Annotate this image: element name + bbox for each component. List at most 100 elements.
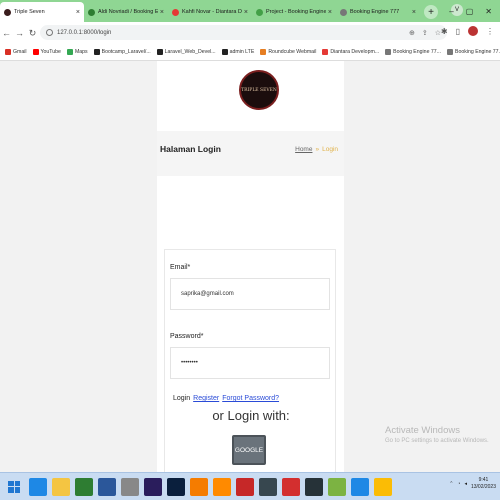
app-green-icon[interactable] xyxy=(328,477,346,496)
bookmark-favicon-icon xyxy=(322,49,329,55)
tab-label: Project - Booking Engine 777 xyxy=(266,9,326,15)
email-label: Email* xyxy=(170,264,191,271)
page-content: TRIPLE SEVEN Halaman Login Home » Login … xyxy=(0,61,500,472)
bookmark-label: YouTube xyxy=(40,49,61,55)
clock-time: 9:41 xyxy=(478,477,489,483)
breadcrumb: Home » Login xyxy=(295,146,338,153)
breadcrumb-separator: » xyxy=(315,146,320,153)
xampp-icon[interactable] xyxy=(190,477,208,496)
browser-toolbar: ← → ↻ 127.0.0.1:8000/login ⊕ ⇪ ☆ ✱ ▯ ⋮ xyxy=(0,22,500,44)
acrobat-icon[interactable] xyxy=(282,477,300,496)
system-tray: ⌃ ◔ ◂ 9:41 13/02/2023 xyxy=(449,477,496,491)
chrome-icon[interactable] xyxy=(374,477,392,496)
tab-favicon-icon xyxy=(172,8,179,16)
zoom-icon[interactable]: ⊕ xyxy=(409,29,415,37)
tab-close-icon[interactable]: × xyxy=(76,9,80,16)
bookmark-favicon-icon xyxy=(32,49,39,55)
bookmark-label: Bootcamp_Laravel/... xyxy=(101,49,151,55)
browser-tab[interactable]: Project - Booking Engine 777× xyxy=(252,2,336,22)
bookmark-label: admin LTE xyxy=(229,49,255,55)
forward-icon[interactable]: → xyxy=(13,28,26,38)
bookmark-item[interactable]: Maps xyxy=(66,49,88,55)
bookmark-item[interactable]: Booking Engine 77... xyxy=(385,49,441,55)
tray-chevron-icon[interactable]: ⌃ xyxy=(449,481,453,487)
menu-icon[interactable]: ⋮ xyxy=(486,27,494,36)
bookmark-item[interactable]: YouTube xyxy=(32,49,61,55)
tab-close-icon[interactable]: × xyxy=(412,9,416,16)
browser-tab[interactable]: Booking Engine 777 × xyxy=(336,2,420,22)
clock[interactable]: 9:41 13/02/2023 xyxy=(471,477,496,491)
taskbar-apps xyxy=(24,477,392,496)
network-icon[interactable]: ◔ xyxy=(457,481,460,487)
volume-icon[interactable]: ◂ xyxy=(464,481,467,487)
bookmark-item[interactable]: Laravel_Web_Devel... xyxy=(156,49,216,55)
bookmarks-bar: Gmail YouTube Maps Bootcamp_Laravel/... Lara… xyxy=(0,44,500,61)
bookmark-favicon-icon xyxy=(93,49,100,55)
close-window-icon[interactable]: ✕ xyxy=(485,7,492,16)
breadcrumb-home[interactable]: Home xyxy=(295,146,312,153)
share-icon[interactable]: ⇪ xyxy=(422,29,428,37)
browser-tab[interactable]: Triple Seven × xyxy=(0,2,84,22)
forgot-password-link[interactable]: Forgot Password? xyxy=(222,395,279,402)
bookmark-label: Booking Engine 77... xyxy=(393,49,441,55)
back-icon[interactable]: ← xyxy=(0,28,13,38)
register-link[interactable]: Register xyxy=(193,395,219,402)
window-controls: – ▢ ✕ xyxy=(449,0,500,22)
tab-close-icon[interactable]: × xyxy=(160,9,164,16)
premiere-icon[interactable] xyxy=(144,477,162,496)
sidepanel-icon[interactable]: ▯ xyxy=(456,27,460,36)
site-logo[interactable]: TRIPLE SEVEN xyxy=(239,70,279,110)
tab-close-icon[interactable]: × xyxy=(244,9,248,16)
tab-close-icon[interactable]: × xyxy=(328,9,332,16)
bookmark-item[interactable]: Roundcube Webmail xyxy=(260,49,316,55)
activate-subtitle: Go to PC settings to activate Windows. xyxy=(385,438,489,444)
site-info-icon[interactable] xyxy=(46,29,53,36)
address-bar[interactable]: 127.0.0.1:8000/login ⊕ ⇪ ☆ xyxy=(40,25,447,40)
bookmark-label: Maps xyxy=(74,49,88,55)
bookmark-label: Laravel_Web_Devel... xyxy=(164,49,216,55)
maximize-icon[interactable]: ▢ xyxy=(466,7,474,16)
bookmark-favicon-icon xyxy=(66,49,73,55)
vscode-icon[interactable] xyxy=(351,477,369,496)
app-icon[interactable] xyxy=(121,477,139,496)
bookmark-label: Booking Engine 77... xyxy=(455,49,500,55)
bookmark-label: Roundcube Webmail xyxy=(268,49,317,55)
start-button[interactable] xyxy=(4,477,24,497)
store-icon[interactable] xyxy=(75,477,93,496)
bookmark-favicon-icon xyxy=(5,49,11,55)
tab-label: Booking Engine 777 xyxy=(350,9,400,15)
reload-icon[interactable]: ↻ xyxy=(26,28,39,39)
password-field[interactable]: •••••••• xyxy=(170,347,330,379)
minimize-icon[interactable]: – xyxy=(449,7,453,16)
password-label: Password* xyxy=(170,333,204,340)
browser-tab[interactable]: Aldi Novriadi / Booking Engine× xyxy=(84,2,168,22)
photoshop-icon[interactable] xyxy=(167,477,185,496)
tab-favicon-icon xyxy=(88,8,95,16)
bookmark-item[interactable]: admin LTE xyxy=(221,49,255,55)
login-button[interactable]: Login xyxy=(173,395,190,402)
google-login-button[interactable]: GOOGLE xyxy=(232,435,266,465)
bookmark-item[interactable]: Booking Engine 77... xyxy=(447,49,500,55)
login-card: Email* saprika@gmail.com Password* •••••… xyxy=(164,249,336,472)
clock-date: 13/02/2023 xyxy=(470,484,496,490)
extensions-icon[interactable]: ✱ xyxy=(441,27,448,36)
email-field[interactable]: saprika@gmail.com xyxy=(170,278,330,310)
page-title: Halaman Login xyxy=(160,144,221,154)
word-icon[interactable] xyxy=(98,477,116,496)
app-dark-icon[interactable] xyxy=(305,477,323,496)
file-explorer-icon[interactable] xyxy=(52,477,70,496)
tab-strip: Triple Seven×Aldi Novriadi / Booking Eng… xyxy=(0,0,500,22)
taskbar: ⌃ ◔ ◂ 9:41 13/02/2023 xyxy=(0,472,500,500)
app-red-icon[interactable] xyxy=(236,477,254,496)
bookmark-item[interactable]: Gmail xyxy=(5,49,27,55)
password-value: •••••••• xyxy=(181,360,198,366)
sublime-icon[interactable] xyxy=(213,477,231,496)
ie-icon[interactable] xyxy=(29,477,47,496)
avatar[interactable] xyxy=(468,26,478,36)
c-app-icon[interactable] xyxy=(259,477,277,496)
browser-tab[interactable]: Kahfi Novar - Diantara Develo...× xyxy=(168,2,252,22)
bookmark-item[interactable]: Diantara Developm... xyxy=(322,49,379,55)
new-tab-icon[interactable]: + xyxy=(424,5,438,19)
bookmark-label: Gmail xyxy=(13,49,27,55)
bookmark-item[interactable]: Bootcamp_Laravel/... xyxy=(93,49,151,55)
